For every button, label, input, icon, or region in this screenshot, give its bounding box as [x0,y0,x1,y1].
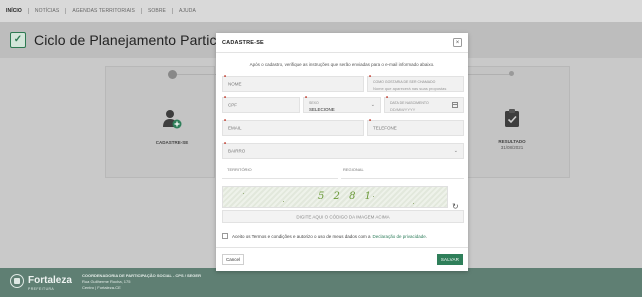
required-marker: • [305,95,308,101]
footer-divider [216,247,468,248]
logo-subtitle: PREFEITURA [28,287,55,291]
cpf-field[interactable]: • CPF [222,95,300,113]
required-marker: • [369,118,372,124]
nickname-field[interactable]: • COMO GOSTARIA DE SER CHAMADO Nome que … [367,74,464,92]
clipboard-check-icon [501,107,523,129]
email-field-placeholder: EMAIL [228,125,242,131]
terms-checkbox[interactable] [222,233,228,239]
captcha-noise [373,196,374,197]
required-marker: • [224,118,227,124]
captcha-text: 5 2 8 1 [318,191,374,202]
city-emblem-icon [10,274,24,288]
save-button[interactable]: SALVAR [437,254,463,265]
birthdate-field[interactable]: • DATA DE NASCIMENTO DD/MM/YYYY [384,95,464,113]
nickname-field-placeholder: Nome que aparecerá nas suas propostas [373,86,447,91]
required-marker: • [224,95,227,101]
nav-divider [27,8,29,14]
phone-field[interactable]: • TELEFONE [367,118,464,136]
cancel-button[interactable]: Cancel [222,254,244,265]
step-label-register: CADASTRE-SE [155,140,189,145]
email-field[interactable]: • EMAIL [222,118,364,136]
nickname-field-label: COMO GOSTARIA DE SER CHAMADO [373,80,436,84]
nav-item-inicio[interactable]: INÍCIO [6,8,22,14]
name-field[interactable]: • NOME [222,74,364,92]
nav-item-agendas[interactable]: AGENDAS TERRITORIAIS [72,8,135,14]
gender-select[interactable]: • SEXO SELECIONE ⌄ [303,95,381,113]
nav-item-ajuda[interactable]: AJUDA [179,8,196,14]
captcha-input[interactable]: DIGITE AQUI O CÓDIGO DA IMAGEM ACIMA [222,210,464,223]
privacy-link[interactable]: Declaração de privacidade [373,234,426,239]
nav-divider [65,8,67,14]
chevron-down-icon: ⌄ [370,102,375,108]
nav-item-noticias[interactable]: NOTÍCIAS [35,8,59,14]
neighborhood-select-placeholder: BAIRRO [228,148,246,154]
footer-info: COORDENADORIA DE PARTICIPAÇÃO SOCIAL - C… [82,273,201,291]
captcha-noise [413,203,414,204]
calendar-icon[interactable] [452,102,458,108]
captcha-noise [243,193,244,194]
gender-select-label: SEXO [309,101,319,105]
regional-divider [341,178,464,179]
terms-end: . [425,233,428,239]
step-card-register[interactable] [105,66,215,178]
birthdate-field-placeholder: DD/MM/YYYY [390,107,416,112]
step-label-result: RESULTADO [498,139,526,144]
captcha-noise [283,201,284,202]
add-user-icon [161,108,183,130]
page-footer: Fortaleza PREFEITURA COORDENADORIA DE PA… [0,268,642,297]
nav-divider [140,8,142,14]
gender-select-value: SELECIONE [309,107,335,112]
modal-intro-text: Após o cadastro, verifique as instruções… [249,62,435,67]
required-marker: • [369,74,372,80]
step-date-result: 31/08/2021 [500,145,524,150]
birthdate-field-label: DATA DE NASCIMENTO [390,101,429,105]
terms-text: Aceito os Termos e condições e autorizo … [232,233,371,239]
captcha-input-placeholder: DIGITE AQUI O CÓDIGO DA IMAGEM ACIMA [296,214,390,219]
fortaleza-logo: Fortaleza PREFEITURA [10,274,72,291]
top-nav: INÍCIO NOTÍCIAS AGENDAS TERRITORIAIS SOB… [0,0,642,22]
captcha-image: 5 2 8 1 [222,186,448,208]
close-icon[interactable]: × [453,38,462,47]
required-marker: • [386,95,389,101]
timeline-dot [509,71,514,76]
regional-label: REGIONAL [343,167,364,172]
checkbox-icon: ✓ [10,32,26,48]
chevron-down-icon: ⌄ [453,148,458,154]
phone-field-placeholder: TELEFONE [373,125,397,131]
modal-header: CADASTRE-SE × [216,33,468,53]
nav-divider [172,8,173,14]
territory-divider [222,178,338,179]
timeline-dot [168,70,177,79]
name-field-placeholder: NOME [228,81,242,87]
territory-label: TERRITÓRIO [227,167,252,172]
footer-city: Centro | Fortaleza-CE [82,285,121,290]
register-modal: CADASTRE-SE × Após o cadastro, verifique… [216,33,468,271]
required-marker: • [224,141,227,147]
logo-name: Fortaleza [28,275,72,286]
terms-row: Aceito os Termos e condições e autorizo … [222,233,427,239]
required-marker: • [224,74,227,80]
modal-title: CADASTRE-SE [222,40,264,46]
nav-item-sobre[interactable]: SOBRE [148,8,166,14]
neighborhood-select[interactable]: • BAIRRO ⌄ [222,141,464,159]
cpf-field-placeholder: CPF [228,102,237,108]
